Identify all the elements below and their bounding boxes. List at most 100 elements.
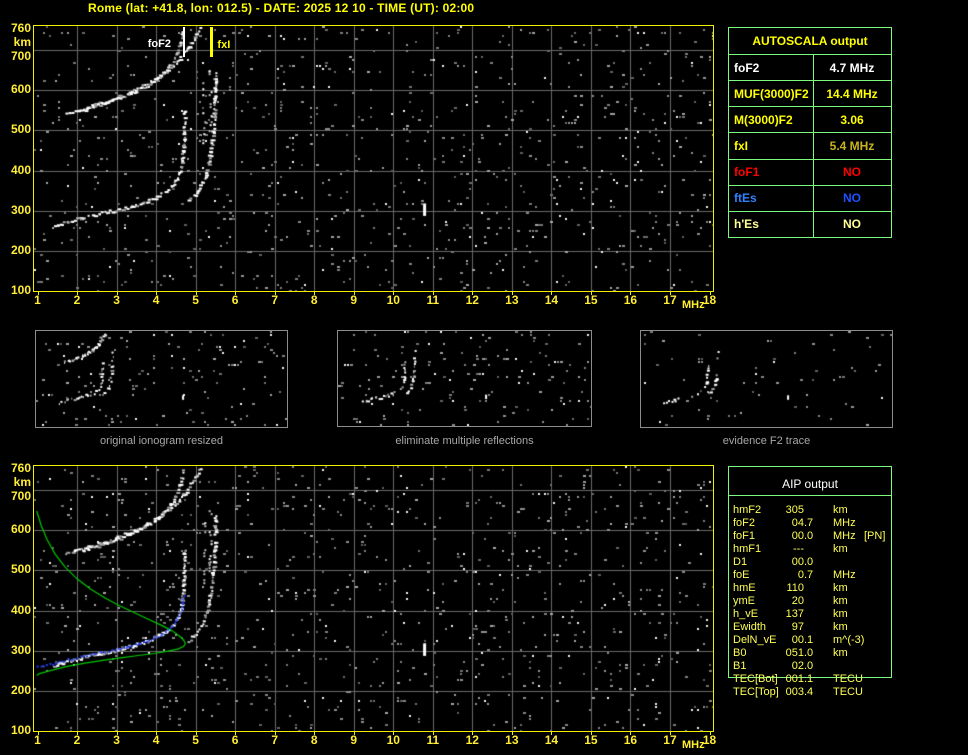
- aip-row-value-frac: .7: [804, 517, 813, 530]
- aip-row-unit: km: [833, 504, 848, 517]
- aip-row-unit: MHz: [833, 569, 856, 582]
- y-axis-tick-label: 400: [3, 604, 31, 616]
- autoscala-row-value: NO: [813, 186, 891, 211]
- x-axis-tick-label: 3: [105, 734, 129, 746]
- aip-table-row: hmF2305km: [733, 504, 893, 517]
- aip-row-label: ymE: [733, 595, 755, 608]
- aip-table-row: TEC[Top]003.4TECU: [733, 686, 893, 699]
- x-axis-tick-label: 11: [421, 294, 445, 306]
- autoscala-row-value: NO: [813, 160, 891, 185]
- aip-row-value-int: 00: [763, 530, 804, 543]
- aip-table-row: Ewidth97km: [733, 621, 893, 634]
- autoscala-row-label: M(3000)F2: [729, 107, 813, 132]
- aip-table-row: foF204.7MHz: [733, 517, 893, 530]
- y-axis-unit-label: km: [3, 36, 31, 48]
- aip-row-unit: km: [833, 595, 848, 608]
- y-axis-tick-label: 400: [3, 164, 31, 176]
- y-axis-tick-label: 300: [3, 644, 31, 656]
- x-axis-tick: [710, 292, 711, 295]
- x-axis-tick-label: 6: [223, 734, 247, 746]
- x-axis-tick: [354, 732, 355, 735]
- aip-row-unit: km: [833, 621, 848, 634]
- aip-row-value-frac: .0: [804, 660, 813, 673]
- x-axis-tick-label: 11: [421, 734, 445, 746]
- x-axis-tick: [512, 732, 513, 735]
- x-axis-tick-label: 10: [381, 734, 405, 746]
- aip-row-label: D1: [733, 556, 747, 569]
- aip-table-row: B102.0: [733, 660, 893, 673]
- aip-row-unit: m^(-3): [833, 634, 864, 647]
- x-axis-tick-label: 2: [65, 294, 89, 306]
- aip-table-header: AIP output: [729, 477, 891, 491]
- x-axis-tick: [472, 292, 473, 295]
- x-axis-tick: [275, 292, 276, 295]
- aip-row-label: B0: [733, 647, 746, 660]
- x-axis-tick: [433, 292, 434, 295]
- marker-label-fof2: foF2: [148, 39, 171, 50]
- aip-row-value-frac: .1: [804, 673, 813, 686]
- x-axis-tick: [38, 292, 39, 295]
- y-axis-tick-label: 600: [3, 83, 31, 95]
- ionogram-top-canvas: [34, 26, 713, 291]
- autoscala-table-row: fxI5.4 MHz: [729, 132, 891, 158]
- x-axis-tick-label: 1: [26, 734, 50, 746]
- aip-row-unit: km: [833, 608, 848, 621]
- autoscala-table-body: foF24.7 MHzMUF(3000)F214.4 MHzM(3000)F23…: [729, 54, 891, 237]
- x-axis-unit-label: MHz: [682, 299, 705, 311]
- x-axis-tick-label: 4: [144, 294, 168, 306]
- x-axis-tick-label: 9: [342, 734, 366, 746]
- x-axis-tick-label: 4: [144, 734, 168, 746]
- y-axis-tick-label: 700: [3, 490, 31, 502]
- x-axis-tick-label: 7: [263, 734, 287, 746]
- aip-table-row: h_vE137km: [733, 608, 893, 621]
- x-axis-tick-label: 15: [579, 734, 603, 746]
- x-axis-tick-label: 8: [302, 294, 326, 306]
- thumbnail-evidence-canvas: [641, 331, 892, 427]
- aip-row-label: hmF1: [733, 543, 761, 556]
- y-axis-unit-label: km: [3, 476, 31, 488]
- aip-table-row: D1 00.0: [733, 556, 893, 569]
- x-axis-tick-label: 1: [26, 294, 50, 306]
- x-axis-tick-label: 14: [539, 734, 563, 746]
- x-axis-tick: [235, 732, 236, 735]
- y-axis-tick-label: 600: [3, 523, 31, 535]
- x-axis-tick: [551, 732, 552, 735]
- autoscala-row-value: 3.06: [813, 107, 891, 132]
- thumbnail-original-caption: original ionogram resized: [35, 435, 288, 447]
- x-axis-tick-label: 9: [342, 294, 366, 306]
- x-axis-tick-label: 6: [223, 294, 247, 306]
- x-axis-tick: [710, 732, 711, 735]
- x-axis-tick: [314, 292, 315, 295]
- x-axis-tick-label: 5: [184, 294, 208, 306]
- x-axis-tick: [156, 732, 157, 735]
- aip-row-value-int: 97: [763, 621, 804, 634]
- x-axis-tick-label: 3: [105, 294, 129, 306]
- y-axis-tick-label: 500: [3, 123, 31, 135]
- autoscala-table-row: foF1NO: [729, 159, 891, 185]
- aip-row-value-int: 00: [763, 556, 804, 569]
- aip-row-value-int: 137: [763, 608, 804, 621]
- autoscala-row-value: 14.4 MHz: [813, 81, 891, 106]
- autoscala-row-value: 5.4 MHz: [813, 133, 891, 158]
- x-axis-tick-label: 16: [618, 734, 642, 746]
- y-axis-tick-label: 760: [3, 462, 31, 474]
- x-axis-tick-label: 12: [460, 734, 484, 746]
- aip-table-row: DelN_vE00.1m^(-3): [733, 634, 893, 647]
- autoscala-table-row: ftEsNO: [729, 185, 891, 211]
- x-axis-tick: [196, 292, 197, 295]
- autoscala-row-value: NO: [813, 212, 891, 237]
- x-axis-tick: [314, 732, 315, 735]
- thumbnail-original-canvas: [36, 331, 287, 427]
- aip-row-value-frac: .4: [804, 686, 813, 699]
- x-axis-tick-label: 16: [618, 294, 642, 306]
- y-axis-tick-label: 700: [3, 50, 31, 62]
- x-axis-tick: [196, 732, 197, 735]
- x-axis-tick: [551, 292, 552, 295]
- aip-row-value-frac: .0: [804, 556, 813, 569]
- aip-table-row: ymE20km: [733, 595, 893, 608]
- aip-row-value-frac: .1: [804, 634, 813, 647]
- x-axis-tick: [275, 732, 276, 735]
- aip-row-unit: MHz: [833, 530, 856, 543]
- y-axis-tick-label: 300: [3, 204, 31, 216]
- autoscala-row-label: h'Es: [729, 212, 813, 237]
